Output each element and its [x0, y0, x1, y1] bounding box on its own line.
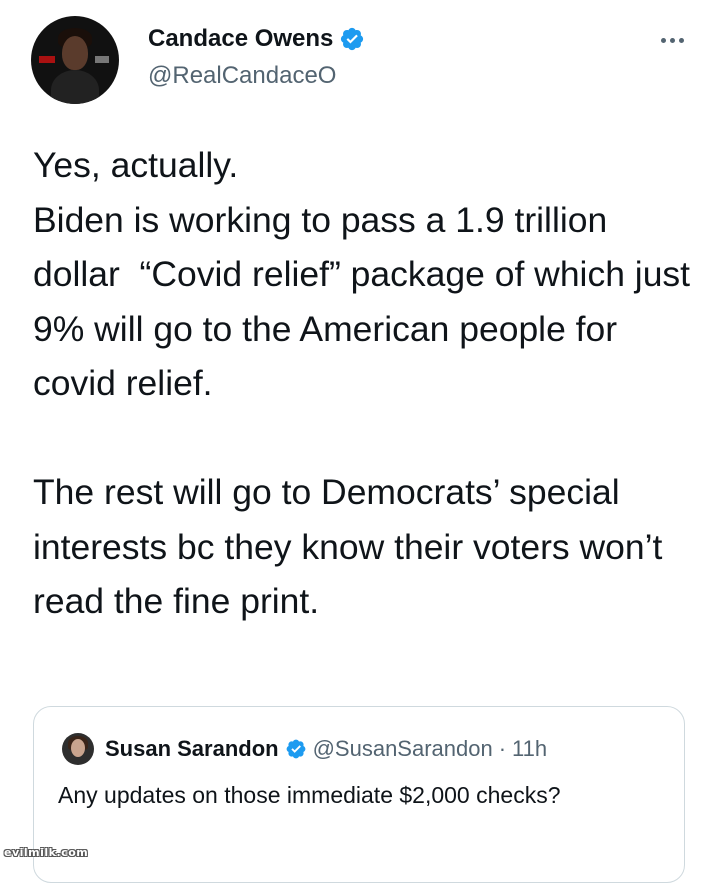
more-dot-icon	[669, 37, 675, 43]
tweet-text: Yes, actually. Biden is working to pass …	[33, 145, 691, 621]
more-dot-icon	[678, 37, 684, 43]
more-options-button[interactable]	[652, 30, 692, 50]
more-dot-icon	[660, 37, 666, 43]
quoted-tweet-text: Any updates on those immediate $2,000 ch…	[58, 782, 561, 808]
avatar-logo-left	[39, 56, 55, 63]
quoted-author-name[interactable]: Susan Sarandon	[105, 736, 279, 762]
quoted-author-avatar[interactable]	[62, 733, 94, 765]
quoted-separator: ·	[498, 736, 507, 761]
quoted-tweet[interactable]: Susan Sarandon @SusanSarandon · 11h Any …	[33, 706, 685, 883]
author-handle[interactable]: @RealCandaceO	[148, 62, 336, 90]
author-avatar[interactable]	[31, 16, 119, 104]
quoted-author-row: Susan Sarandon @SusanSarandon · 11h	[105, 733, 547, 765]
verified-badge-icon	[341, 27, 364, 51]
verified-badge-icon	[286, 739, 305, 759]
watermark: evilmilk.com	[4, 846, 89, 859]
quoted-author-handle[interactable]: @SusanSarandon	[313, 736, 493, 762]
avatar-body	[51, 70, 99, 104]
quoted-timestamp[interactable]: 11h	[512, 736, 547, 762]
author-name[interactable]: Candace Owens	[148, 25, 333, 53]
tweet: Candace Owens @RealCandaceO Yes, actuall…	[0, 0, 720, 883]
avatar-logo-right	[95, 56, 109, 63]
quoted-avatar-face	[71, 739, 85, 757]
author-name-row: Candace Owens	[148, 22, 365, 56]
avatar-face	[62, 36, 88, 70]
